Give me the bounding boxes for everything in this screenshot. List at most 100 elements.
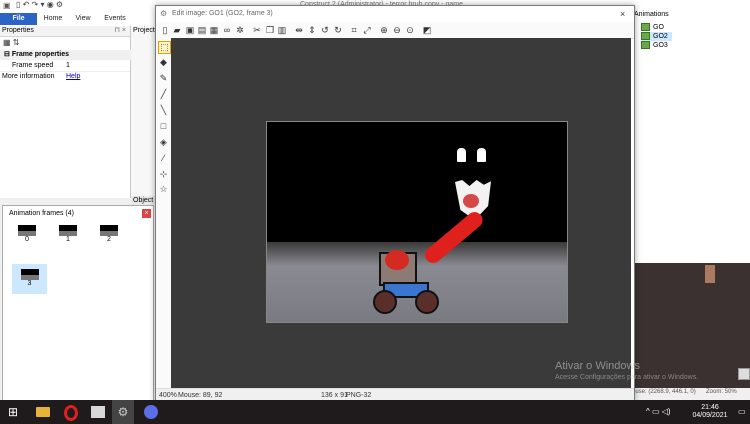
- close-icon[interactable]: ×: [620, 6, 625, 22]
- rotate-ccw-icon[interactable]: ↺: [320, 25, 330, 35]
- ghost-blood: [463, 194, 479, 208]
- sprite-image[interactable]: [266, 121, 568, 323]
- animations-panel: Animations GO GO2 GO3: [630, 8, 750, 263]
- editor-title: Edit image: GO1 (GO2, frame 3): [172, 10, 273, 17]
- editor-title-bar: ⚙ Edit image: GO1 (GO2, frame 3) ×: [156, 6, 634, 22]
- select-icon[interactable]: ⬚: [158, 41, 171, 54]
- ghost-eye-left: [457, 148, 466, 162]
- eyedropper-icon[interactable]: ⁄: [158, 153, 169, 164]
- system-tray-icons[interactable]: ^ ▭ ◁): [646, 405, 686, 419]
- pencil-icon[interactable]: ✎: [158, 73, 169, 84]
- character-wheel-left: [373, 290, 397, 314]
- layout-status-bar: ouse: (2268.9, 446.1, 0) Zoom: 50%: [630, 388, 750, 398]
- properties-title: Properties: [2, 27, 34, 34]
- zoom-in-icon[interactable]: ⊕: [379, 25, 389, 35]
- tab-file[interactable]: File: [0, 13, 37, 25]
- app-icon: ▣: [3, 1, 11, 10]
- rectangle-icon[interactable]: □: [158, 121, 169, 132]
- origin-icon[interactable]: ⊹: [158, 169, 169, 180]
- rotate-cw-icon[interactable]: ↻: [333, 25, 343, 35]
- property-row-frame-speed[interactable]: Frame speed 1: [0, 61, 130, 72]
- frame-thumb-0[interactable]: 0: [13, 223, 41, 249]
- activation-watermark: Ativar o Windows: [555, 360, 640, 372]
- store-icon[interactable]: [91, 406, 105, 418]
- layout-sprite[interactable]: [705, 265, 715, 283]
- tab-view[interactable]: View: [70, 13, 96, 25]
- objects-tab[interactable]: Object: [131, 196, 158, 205]
- editor-app-icon: ⚙: [160, 9, 168, 18]
- animations-header: Animations: [634, 11, 669, 18]
- frame-thumbnail: [18, 225, 36, 236]
- taskbar: ⊞ ⚙ ^ ▭ ◁) ▭: [0, 400, 750, 424]
- frame-thumb-3[interactable]: 3: [12, 264, 47, 294]
- quick-access-icons[interactable]: ▯ ↶ ↷ ▾ ◉ ⚙: [16, 0, 63, 9]
- notification-icon[interactable]: ▭: [738, 405, 748, 419]
- image-editor-window: ⚙ Edit image: GO1 (GO2, frame 3) × ▯ ▰ ▣…: [155, 5, 635, 402]
- frame-thumbnail: [20, 269, 39, 280]
- collapse-icon[interactable]: ⊟: [4, 51, 12, 58]
- layout-view[interactable]: [630, 263, 750, 388]
- tab-events[interactable]: Events: [100, 13, 130, 25]
- character-wheel-right: [415, 290, 439, 314]
- mirror-icon[interactable]: ⇹: [294, 25, 304, 35]
- settings-icon[interactable]: ✲: [235, 25, 245, 35]
- clock-date: 04/09/2021: [692, 412, 728, 419]
- animation-item-go[interactable]: GO: [641, 23, 664, 32]
- sort-icons[interactable]: ▦ ⇅: [3, 38, 19, 47]
- zoom-out-icon[interactable]: ⊖: [392, 25, 402, 35]
- flip-icon[interactable]: ⇕: [307, 25, 317, 35]
- layout-zoom-readout: Zoom: 50%: [706, 389, 737, 395]
- help-link[interactable]: Help: [66, 72, 80, 82]
- file-explorer-icon[interactable]: [36, 407, 50, 417]
- cut-icon[interactable]: ✂: [252, 25, 262, 35]
- construct-taskbar-icon[interactable]: ⚙: [112, 400, 134, 424]
- windows-start-icon[interactable]: ⊞: [8, 405, 22, 419]
- character-head: [385, 250, 409, 270]
- paste-icon[interactable]: ▥: [277, 25, 287, 35]
- crop-icon[interactable]: ⌗: [349, 25, 359, 35]
- activation-watermark-sub: Acesse Configurações para ativar o Windo…: [555, 374, 699, 381]
- property-row-more-info: More information Help: [2, 72, 81, 82]
- discord-icon[interactable]: [144, 405, 158, 419]
- properties-header: Properties ⊓ ×: [0, 26, 130, 37]
- layout-mouse-readout: ouse: (2268.9, 446.1, 0): [632, 389, 696, 395]
- save-as-icon[interactable]: ▤: [197, 25, 207, 35]
- taskbar-clock[interactable]: 21:46 04/09/2021: [690, 404, 730, 420]
- tab-home[interactable]: Home: [40, 13, 66, 25]
- fill-icon[interactable]: ◈: [158, 137, 169, 148]
- editor-canvas-area[interactable]: [171, 38, 631, 388]
- eraser-icon[interactable]: ◆: [158, 57, 169, 68]
- line-icon[interactable]: ╲: [158, 105, 169, 116]
- properties-panel: Properties ⊓ × ▦ ⇅ ⊟ Frame properties Fr…: [0, 26, 134, 198]
- frame-thumb-2[interactable]: 2: [95, 223, 123, 249]
- open-icon[interactable]: ▰: [172, 25, 182, 35]
- layout-scroll-corner[interactable]: [738, 368, 750, 380]
- clock-time: 21:46: [701, 404, 719, 411]
- animation-item-go2[interactable]: GO2: [641, 32, 672, 41]
- pin-icon[interactable]: ⊓ ×: [115, 26, 127, 36]
- editor-toolbar: ▯ ▰ ▣ ▤ ▦ ∞ ✲ ✂ ❐ ▥ ⇹ ⇕ ↺ ↻ ⌗ ⤢ ⊕ ⊖ ⊙ ◩: [156, 22, 634, 39]
- edit-icon[interactable]: ◩: [422, 25, 432, 35]
- animation-icon: [641, 41, 650, 50]
- brush-icon[interactable]: ╱: [158, 89, 169, 100]
- resize-icon[interactable]: ⤢: [362, 25, 372, 35]
- copy-icon[interactable]: ❐: [265, 25, 275, 35]
- frames-title: Animation frames (4): [9, 210, 74, 217]
- animation-icon: [641, 23, 650, 32]
- opera-icon[interactable]: [64, 405, 78, 421]
- property-section[interactable]: ⊟ Frame properties: [0, 50, 134, 60]
- polygon-icon[interactable]: ☆: [158, 184, 169, 195]
- frame-thumb-1[interactable]: 1: [54, 223, 82, 249]
- editor-toolbox: ⬚ ◆ ✎ ╱ ╲ □ ◈ ⁄ ⊹ ☆: [156, 38, 172, 388]
- frame-thumbnail: [100, 225, 118, 236]
- new-icon[interactable]: ▯: [160, 25, 170, 35]
- link-icon[interactable]: ∞: [222, 25, 232, 35]
- export-icon[interactable]: ▦: [209, 25, 219, 35]
- animation-frames-panel: Animation frames (4) × 0 1 2 3: [2, 205, 154, 402]
- close-icon[interactable]: ×: [142, 209, 151, 218]
- zoom-fit-icon[interactable]: ⊙: [405, 25, 415, 35]
- ghost-eye-right: [477, 148, 486, 162]
- animation-item-go3[interactable]: GO3: [641, 41, 668, 50]
- save-icon[interactable]: ▣: [185, 25, 195, 35]
- property-toolbar: ▦ ⇅: [0, 37, 133, 49]
